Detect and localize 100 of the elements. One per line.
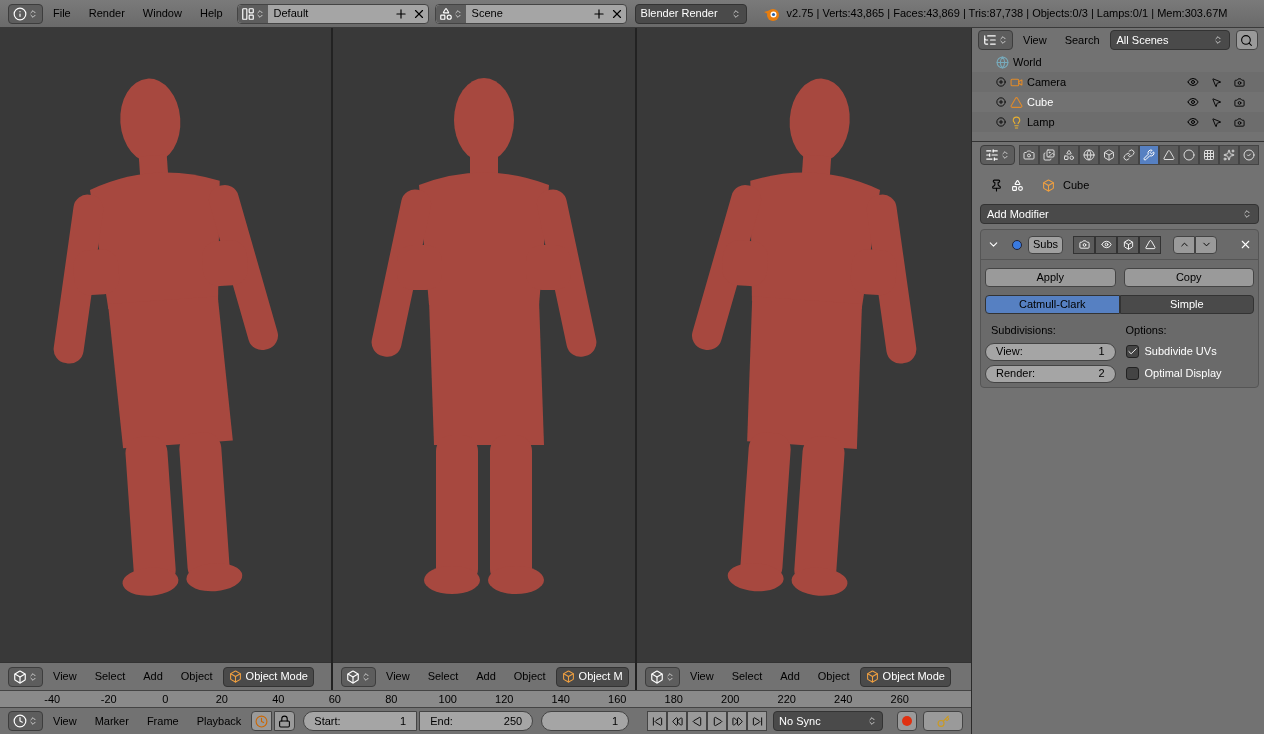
menu-item[interactable]: Render [80,5,133,22]
visibility-icon[interactable] [1187,76,1199,88]
view-levels-field[interactable]: View: 1 [985,342,1116,361]
mode-dropdown[interactable]: Object Mode [222,666,314,687]
properties-tab[interactable] [1179,145,1199,165]
expand-icon[interactable] [996,77,1006,87]
timeline-editor-button[interactable] [8,711,43,731]
render-levels-field[interactable]: Render: 2 [985,364,1116,383]
keying-button[interactable] [923,711,963,731]
render-icon[interactable] [1234,76,1245,88]
filter-dropdown[interactable]: All Scenes [1109,30,1230,50]
mode-dropdown[interactable]: Object M [555,666,629,687]
playback-button[interactable] [687,711,708,731]
add-icon[interactable] [393,6,408,21]
properties-tab[interactable] [1139,145,1159,165]
playback-button[interactable] [727,711,748,731]
menu-item[interactable]: Window [134,5,190,22]
checkbox[interactable] [1125,367,1139,380]
subdivision-type-option[interactable]: Catmull-Clark [985,295,1120,314]
modifier-toggle[interactable] [1073,235,1096,254]
editor-type-button[interactable] [341,666,376,687]
keyframe-toggle[interactable] [251,711,273,731]
menu-item[interactable]: Search [1056,31,1108,49]
modifier-name-field[interactable]: Subs [1028,235,1064,254]
properties-tab[interactable] [1039,145,1059,165]
subdivision-type-option[interactable]: Simple [1119,295,1254,314]
editor-type-button[interactable] [645,666,680,687]
select-icon[interactable] [1211,96,1222,108]
menu-item[interactable]: View [378,668,418,685]
playback-button[interactable] [707,711,728,731]
updown-icon [1242,209,1252,219]
menu-item[interactable]: Help [191,5,231,22]
menu-item[interactable]: Select [419,668,467,685]
pin-icon[interactable] [990,178,1003,192]
menu-item[interactable]: Marker [86,712,137,730]
editor-type-button[interactable] [8,666,43,687]
select-icon[interactable] [1211,116,1222,128]
select-icon[interactable] [1211,76,1222,88]
menu-item[interactable]: Frame [138,712,187,730]
lock-toggle[interactable] [274,711,296,731]
menu-item[interactable]: View [1015,31,1055,49]
outliner-row[interactable]: Camera [972,72,1264,92]
menu-item[interactable]: Select [86,668,134,685]
menu-item[interactable]: File [45,5,79,22]
menu-item[interactable]: Object [172,668,221,685]
menu-item[interactable]: Playback [188,712,250,730]
end-field[interactable]: End: 250 [419,711,534,731]
record-button[interactable] [897,711,917,731]
menu-item[interactable]: View [682,668,722,685]
apply-button[interactable]: Apply [985,268,1116,287]
menu-item[interactable]: Object [505,668,554,685]
checkbox-label[interactable]: Subdivide UVs [1144,343,1217,360]
render-engine-dropdown[interactable]: Blender Render [634,3,747,24]
move-up-button[interactable] [1173,235,1196,254]
menu-item[interactable]: Select [723,668,771,685]
layout-selector[interactable]: Default [236,3,429,24]
menu-item[interactable]: Object [809,668,858,685]
menu-item[interactable]: Add [135,668,171,685]
expand-icon[interactable] [996,97,1006,107]
menu-item[interactable]: Add [468,668,504,685]
checkbox[interactable] [1125,345,1139,358]
properties-tab[interactable] [1079,145,1099,165]
render-icon[interactable] [1234,116,1245,128]
start-field[interactable]: Start: 1 [303,711,418,731]
sync-dropdown[interactable]: No Sync [773,711,884,731]
properties-tab[interactable] [1099,145,1119,165]
properties-tab[interactable] [1019,145,1039,165]
menu-item[interactable]: Add [772,668,808,685]
visibility-icon[interactable] [1187,116,1199,128]
properties-tab[interactable] [1199,145,1219,165]
properties-tab[interactable] [1059,145,1079,165]
modifier-toggle[interactable] [1095,235,1118,254]
current-frame-field[interactable]: 1 [541,711,630,731]
search-button[interactable] [1235,30,1258,50]
scene-selector[interactable]: Scene [434,3,627,24]
visibility-icon[interactable] [1187,96,1199,108]
modifier-toggle[interactable] [1117,235,1140,254]
add-modifier-dropdown[interactable]: Add Modifier [980,204,1259,224]
close-icon[interactable] [1239,238,1252,251]
playback-button[interactable] [667,711,688,731]
mode-dropdown[interactable]: Object Mode [859,666,951,687]
properties-tab[interactable] [1219,145,1239,165]
playback-button[interactable] [747,711,768,731]
copy-button[interactable]: Copy [1123,268,1254,287]
properties-tab[interactable] [1159,145,1179,165]
properties-editor-button[interactable] [980,145,1015,165]
properties-tab[interactable] [1119,145,1139,165]
info-editor-button[interactable] [8,3,43,24]
modifier-toggle[interactable] [1139,235,1162,254]
render-icon[interactable] [1234,96,1245,108]
outliner-editor-button[interactable] [978,30,1013,50]
checkbox-label[interactable]: Optimal Display [1144,365,1222,382]
properties-tab[interactable] [1239,145,1259,165]
outliner-row[interactable]: Lamp [972,112,1264,132]
add-icon[interactable] [591,6,606,21]
playback-button[interactable] [647,711,668,731]
expand-icon[interactable] [996,117,1006,127]
move-down-button[interactable] [1195,235,1218,254]
menu-item[interactable]: View [45,668,85,685]
menu-item[interactable]: View [45,712,85,730]
